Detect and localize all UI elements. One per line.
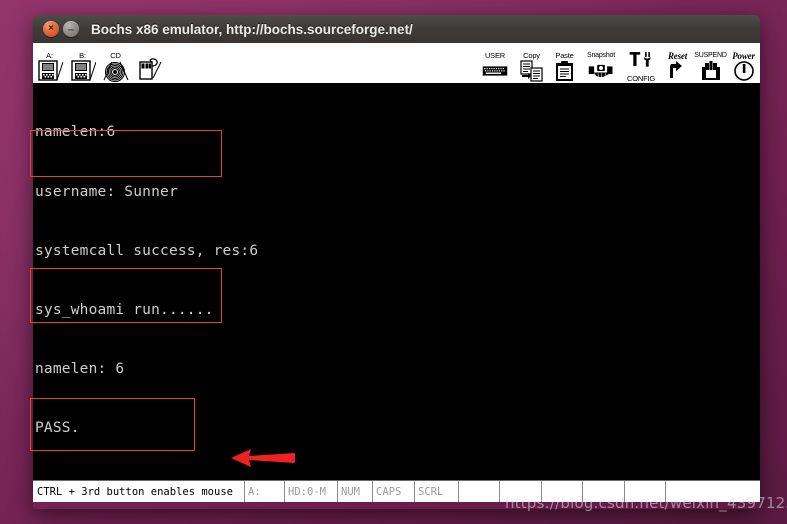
statusbar-cell-num: NUM [337, 481, 372, 502]
vga-screen[interactable]: namelen:6 username: Sunner systemcall su… [33, 84, 760, 480]
power-button[interactable]: Power [727, 43, 760, 83]
user-button[interactable]: USER [475, 43, 515, 83]
statusbar-cell-hd: HD:0-M [284, 481, 337, 502]
statusbar-cell-floppy-a: A: [244, 481, 284, 502]
keyboard-icon [482, 66, 508, 76]
close-icon: × [48, 23, 54, 34]
snapshot-label: Snapshot [587, 52, 615, 59]
reset-button[interactable]: Reset [661, 43, 694, 83]
paste-label: Paste [555, 51, 574, 60]
window-minimize-button[interactable]: – [63, 21, 79, 37]
snapshot-button[interactable]: Snapshot [581, 43, 621, 83]
paste-button[interactable]: Paste [548, 43, 581, 83]
suspend-label: SUSPEND [694, 52, 727, 59]
terminal-line: namelen:6 [35, 124, 116, 141]
config-button[interactable]: CONFIG [621, 43, 661, 83]
reset-label: Reset [668, 51, 687, 61]
power-label: Power [732, 51, 755, 61]
user-label: USER [484, 51, 506, 60]
bochs-window: × – Bochs x86 emulator, http://bochs.sou… [33, 15, 760, 509]
copy-icon [519, 60, 543, 82]
statusbar-cell-caps: CAPS [372, 481, 414, 502]
terminal-output: namelen:6 username: Sunner systemcall su… [35, 84, 749, 480]
suspend-icon [701, 61, 720, 80]
mouse-icon [138, 58, 161, 80]
terminal-line: namelen: 6 [35, 360, 125, 377]
floppy-a-label: A: [46, 51, 53, 60]
config-label: CONFIG [627, 74, 655, 83]
floppy-a-icon [37, 60, 63, 81]
copy-button[interactable]: Copy [515, 43, 548, 83]
copy-label: Copy [523, 51, 540, 60]
mouse-button[interactable] [132, 56, 165, 83]
toolbar-right-group: USER Copy Paste Snapshot CONFIG Reset SU… [475, 43, 760, 83]
statusbar-message: CTRL + 3rd button enables mouse [37, 485, 233, 498]
paste-icon [555, 61, 573, 81]
terminal-line: PASS. [35, 419, 80, 436]
statusbar-cell-empty-1 [458, 481, 499, 502]
power-icon [733, 61, 754, 81]
cdrom-icon [103, 61, 128, 82]
suspend-button[interactable]: SUSPEND [694, 43, 727, 83]
window-title: Bochs x86 emulator, http://bochs.sourcef… [91, 21, 413, 37]
toolbar-left-group: A: B: CD [33, 43, 165, 83]
bochs-toolbar: A: B: CD USER Copy Paste Snapshot CONFIG… [33, 43, 760, 84]
terminal-line: systemcall success, res:6 [35, 242, 259, 259]
floppy-b-icon [70, 60, 96, 81]
terminal-line: sys_whoami run...... [35, 301, 214, 318]
minimize-icon: – [67, 21, 75, 36]
reset-icon [669, 61, 682, 78]
statusbar-cell-scrl: SCRL [414, 481, 458, 502]
window-titlebar[interactable]: × – Bochs x86 emulator, http://bochs.sou… [33, 15, 760, 43]
terminal-line: username: Sunner [35, 183, 178, 200]
snapshot-icon [588, 64, 613, 79]
window-close-button[interactable]: × [43, 21, 59, 37]
floppy-b-button[interactable]: B: [66, 52, 99, 83]
terminal-line: Testing string:Richard Stallman [35, 478, 749, 480]
cdrom-label: CD [110, 51, 121, 60]
floppy-a-button[interactable]: A: [33, 52, 66, 83]
config-icon [629, 52, 651, 67]
floppy-b-label: B: [79, 51, 86, 60]
cdrom-button[interactable]: CD [99, 52, 132, 83]
watermark-text: https://blog.csdn.net/weixin_43971252 [505, 494, 787, 512]
